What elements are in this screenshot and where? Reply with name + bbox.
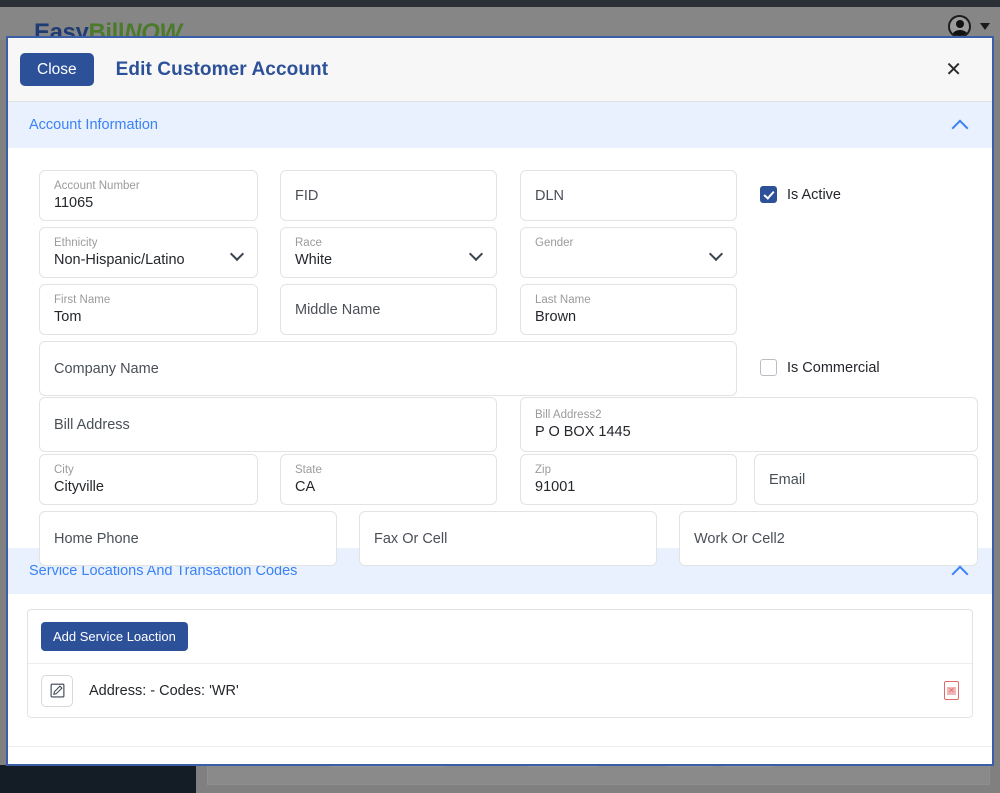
add-service-location-button[interactable]: Add Service Loaction (41, 622, 188, 651)
close-button[interactable]: Close (20, 52, 94, 87)
dialog-title: Edit Customer Account (115, 58, 329, 80)
chevron-down-icon[interactable] (232, 249, 243, 256)
state-label: State (295, 464, 322, 476)
home-phone-field[interactable]: Home Phone (39, 511, 337, 566)
email-placeholder: Email (769, 471, 806, 488)
user-avatar-icon[interactable] (948, 15, 971, 38)
work-or-cell2-placeholder: Work Or Cell2 (694, 530, 785, 547)
background-content-bar (207, 765, 990, 785)
service-locations-panel: Add Service Loaction Address: - Codes: '… (8, 594, 992, 718)
section-header-account-information[interactable]: Account Information (8, 102, 992, 148)
company-name-field[interactable]: Company Name (39, 341, 737, 396)
last-name-field[interactable]: Last Name Brown (520, 284, 737, 335)
dialog-footer-strip (8, 746, 992, 764)
browser-top-strip (0, 0, 1000, 7)
table-row: Address: - Codes: 'WR' ✕ (28, 663, 972, 717)
edit-pencil-square-icon[interactable] (41, 674, 73, 707)
delete-red-icon[interactable]: ✕ (944, 681, 959, 700)
section-title-account-information: Account Information (29, 117, 158, 133)
dialog-body: Account Information Account Number 11065… (8, 102, 992, 764)
header-user-menu[interactable] (948, 15, 990, 38)
middle-name-field[interactable]: Middle Name (280, 284, 497, 335)
is-active-checkbox[interactable]: Is Active (760, 186, 841, 203)
fax-or-cell-placeholder: Fax Or Cell (374, 530, 448, 547)
dln-field[interactable]: DLN (520, 170, 737, 221)
chevron-down-icon[interactable] (711, 249, 722, 256)
race-select[interactable]: Race White (280, 227, 497, 278)
zip-label: Zip (535, 464, 551, 476)
race-label: Race (295, 237, 322, 249)
city-field[interactable]: City Cityville (39, 454, 258, 505)
last-name-value: Brown (535, 309, 577, 325)
state-field[interactable]: State CA (280, 454, 497, 505)
work-or-cell2-field[interactable]: Work Or Cell2 (679, 511, 978, 566)
account-number-label: Account Number (54, 180, 140, 192)
middle-name-placeholder: Middle Name (295, 301, 381, 318)
dln-placeholder: DLN (535, 187, 565, 204)
fid-field[interactable]: FID (280, 170, 497, 221)
zip-value: 91001 (535, 479, 576, 495)
first-name-value: Tom (54, 309, 82, 325)
dialog-header: Close Edit Customer Account ✕ (8, 38, 992, 102)
state-value: CA (295, 479, 316, 495)
first-name-field[interactable]: First Name Tom (39, 284, 258, 335)
bill-address-field[interactable]: Bill Address (39, 397, 497, 452)
account-number-field[interactable]: Account Number 11065 (39, 170, 258, 221)
city-label: City (54, 464, 74, 476)
service-location-row-text: Address: - Codes: 'WR' (89, 682, 239, 699)
city-value: Cityville (54, 479, 104, 495)
last-name-label: Last Name (535, 294, 591, 306)
account-information-form: Account Number 11065 FID DLN Is Active E… (8, 148, 992, 566)
delete-x-glyph: ✕ (947, 685, 956, 695)
first-name-label: First Name (54, 294, 111, 306)
gender-select[interactable]: Gender (520, 227, 737, 278)
ethnicity-value: Non-Hispanic/Latino (54, 252, 185, 268)
left-sidebar-rail (0, 765, 196, 793)
close-x-icon[interactable]: ✕ (939, 59, 968, 81)
chevron-down-icon[interactable] (980, 23, 990, 30)
account-number-value: 11065 (54, 195, 94, 211)
is-commercial-checkbox[interactable]: Is Commercial (760, 359, 880, 376)
chevron-down-icon[interactable] (471, 249, 482, 256)
page-root: EasyBillNOW Close Edit Customer Account … (0, 0, 1000, 793)
zip-field[interactable]: Zip 91001 (520, 454, 737, 505)
home-phone-placeholder: Home Phone (54, 530, 139, 547)
bill-address-placeholder: Bill Address (54, 416, 130, 433)
edit-pencil-square-glyph (50, 683, 64, 698)
ethnicity-select[interactable]: Ethnicity Non-Hispanic/Latino (39, 227, 258, 278)
gender-label: Gender (535, 237, 574, 249)
chevron-up-icon[interactable] (953, 564, 968, 579)
chevron-up-icon[interactable] (953, 118, 968, 133)
is-active-label: Is Active (787, 186, 841, 203)
edit-customer-account-dialog: Close Edit Customer Account ✕ Account In… (6, 36, 994, 766)
is-commercial-label: Is Commercial (787, 359, 880, 376)
bill-address2-value: P O BOX 1445 (535, 424, 631, 440)
checkbox-unchecked-icon[interactable] (760, 359, 777, 376)
fax-or-cell-field[interactable]: Fax Or Cell (359, 511, 657, 566)
service-locations-card: Add Service Loaction Address: - Codes: '… (27, 609, 973, 718)
bill-address2-field[interactable]: Bill Address2 P O BOX 1445 (520, 397, 978, 452)
fid-placeholder: FID (295, 187, 319, 204)
bill-address2-label: Bill Address2 (535, 409, 602, 421)
email-field[interactable]: Email (754, 454, 978, 505)
race-value: White (295, 252, 333, 268)
service-locations-toolbar: Add Service Loaction (28, 610, 972, 663)
ethnicity-label: Ethnicity (54, 237, 98, 249)
company-name-placeholder: Company Name (54, 360, 159, 377)
checkbox-checked-icon[interactable] (760, 186, 777, 203)
